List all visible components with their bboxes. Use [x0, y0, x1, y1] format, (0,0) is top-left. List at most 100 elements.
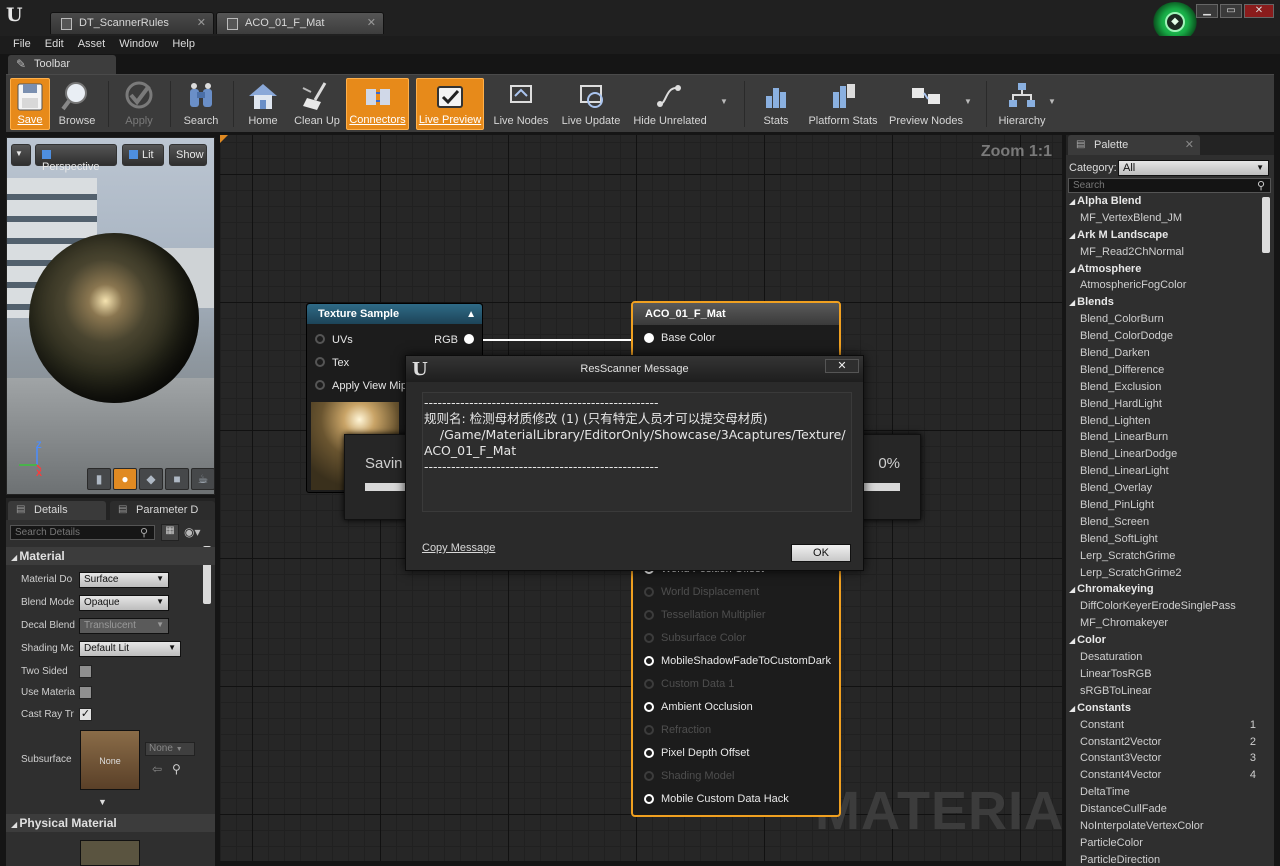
- chevron-down-icon[interactable]: ▼: [964, 97, 972, 106]
- plane-preview-icon[interactable]: ◆: [139, 468, 163, 490]
- cylinder-preview-icon[interactable]: ▮: [87, 468, 111, 490]
- material-preview-viewport[interactable]: ▼ Perspective Lit Show Z X ▮ ● ◆ ■ ☕: [6, 137, 215, 495]
- pin-mobile-shadow-fade[interactable]: MobileShadowFadeToCustomDark: [633, 653, 838, 671]
- save-button[interactable]: Save: [10, 78, 50, 130]
- pin-ambient-occlusion[interactable]: Ambient Occlusion: [633, 699, 838, 717]
- browse-button[interactable]: Browse: [54, 78, 100, 130]
- tab-dt-scannerrules[interactable]: DT_ScannerRules ✕: [50, 12, 214, 34]
- palette-item[interactable]: Blend_Overlay: [1066, 482, 1260, 499]
- palette-category[interactable]: ◢ Constants: [1066, 702, 1260, 719]
- expand-triangle-icon[interactable]: ◢: [1069, 231, 1075, 240]
- pin-pixel-depth-offset[interactable]: Pixel Depth Offset: [633, 745, 838, 763]
- palette-item[interactable]: Blend_Screen: [1066, 516, 1260, 533]
- pin-uvs[interactable]: UVs RGB: [307, 332, 482, 350]
- stats-button[interactable]: Stats: [754, 78, 798, 130]
- platform-stats-button[interactable]: Platform Stats: [804, 78, 882, 130]
- dialog-title-bar[interactable]: U ResScanner Message ✕: [406, 356, 863, 382]
- palette-category[interactable]: ◢ Color: [1066, 634, 1260, 651]
- palette-item[interactable]: AtmosphericFogColor: [1066, 279, 1260, 296]
- close-icon[interactable]: ✕: [1185, 138, 1194, 151]
- palette-item[interactable]: Blend_ColorBurn: [1066, 313, 1260, 330]
- palette-item[interactable]: Blend_LinearDodge: [1066, 448, 1260, 465]
- pin-base-color[interactable]: Base Color: [633, 330, 838, 348]
- sphere-preview-icon[interactable]: ●: [113, 468, 137, 490]
- pin-refraction[interactable]: Refraction: [633, 722, 838, 740]
- preview-nodes-button[interactable]: Preview Nodes: [888, 78, 964, 130]
- menu-edit[interactable]: Edit: [38, 36, 71, 54]
- palette-item[interactable]: Constant2Vector 2: [1066, 736, 1260, 753]
- search-details-input[interactable]: Search Details: [10, 525, 155, 540]
- eye-icon[interactable]: ◉▾: [184, 525, 201, 539]
- maximize-button[interactable]: ▭: [1220, 4, 1242, 18]
- blend-mode-combo[interactable]: Opaque ▼: [79, 595, 169, 611]
- minimize-button[interactable]: ▁: [1196, 4, 1218, 18]
- expand-triangle-icon[interactable]: ◢: [1069, 636, 1075, 645]
- use-selected-arrow-icon[interactable]: ⇦: [152, 762, 162, 776]
- palette-item[interactable]: Constant4Vector 4: [1066, 769, 1260, 786]
- section-physical-material[interactable]: ◢ Physical Material: [6, 814, 215, 832]
- pin-shading-model[interactable]: Shading Model: [633, 768, 838, 786]
- palette-item[interactable]: LinearTosRGB: [1066, 668, 1260, 685]
- ok-button[interactable]: OK: [791, 544, 851, 562]
- palette-category[interactable]: ◢ Chromakeying: [1066, 583, 1260, 600]
- palette-item[interactable]: ParticleDirection: [1066, 854, 1260, 866]
- pin-mobile-custom-data-hack[interactable]: Mobile Custom Data Hack: [633, 791, 838, 809]
- rgb-output-pin[interactable]: [464, 334, 474, 344]
- pin-tessellation-multiplier[interactable]: Tessellation Multiplier: [633, 607, 838, 625]
- cast-ray-traced-shadows-checkbox[interactable]: ✓: [79, 708, 92, 721]
- palette-item[interactable]: sRGBToLinear: [1066, 685, 1260, 702]
- menu-asset[interactable]: Asset: [71, 36, 113, 54]
- browse-magnifier-icon[interactable]: ⚲: [172, 762, 181, 776]
- palette-item[interactable]: Lerp_ScratchGrime2: [1066, 567, 1260, 584]
- expand-advanced-icon[interactable]: ▼: [98, 797, 107, 807]
- live-nodes-button[interactable]: Live Nodes: [492, 78, 550, 130]
- palette-item[interactable]: Constant3Vector 3: [1066, 752, 1260, 769]
- palette-item[interactable]: Blend_LinearBurn: [1066, 431, 1260, 448]
- palette-item[interactable]: Blend_Exclusion: [1066, 381, 1260, 398]
- close-icon[interactable]: ✕: [367, 16, 376, 29]
- perspective-button[interactable]: Perspective: [35, 144, 117, 173]
- copy-message-link[interactable]: Copy Message: [422, 542, 495, 554]
- menu-window[interactable]: Window: [112, 36, 165, 54]
- tab-parameter-defaults[interactable]: ▤ Parameter D: [110, 501, 215, 520]
- palette-item[interactable]: Lerp_ScratchGrime: [1066, 550, 1260, 567]
- palette-item[interactable]: Blend_Lighten: [1066, 415, 1260, 432]
- material-domain-combo[interactable]: Surface ▼: [79, 572, 169, 588]
- home-button[interactable]: Home: [240, 78, 286, 130]
- teapot-preview-icon[interactable]: ☕: [191, 468, 214, 490]
- palette-item[interactable]: NoInterpolateVertexColor: [1066, 820, 1260, 837]
- category-combo[interactable]: All ▼: [1118, 160, 1269, 176]
- menu-file[interactable]: File: [6, 36, 38, 54]
- palette-item[interactable]: Blend_Darken: [1066, 347, 1260, 364]
- pin-world-displacement[interactable]: World Displacement: [633, 584, 838, 602]
- hierarchy-button[interactable]: Hierarchy: [994, 78, 1050, 130]
- collapse-icon[interactable]: ▲: [466, 309, 476, 320]
- palette-item[interactable]: Blend_Difference: [1066, 364, 1260, 381]
- palette-scrollbar[interactable]: [1262, 197, 1270, 253]
- chevron-down-icon[interactable]: ▼: [1048, 97, 1056, 106]
- use-material-attributes-checkbox[interactable]: [79, 686, 92, 699]
- palette-category[interactable]: ◢ Atmosphere: [1066, 263, 1260, 280]
- physical-material-thumbnail[interactable]: [80, 840, 140, 866]
- two-sided-checkbox[interactable]: [79, 665, 92, 678]
- palette-item[interactable]: DistanceCullFade: [1066, 803, 1260, 820]
- apply-button[interactable]: Apply: [116, 78, 162, 130]
- lit-button[interactable]: Lit: [122, 144, 164, 166]
- tab-aco-01-f-mat[interactable]: ACO_01_F_Mat ✕: [216, 12, 384, 34]
- tab-details[interactable]: ▤ Details: [8, 501, 106, 520]
- palette-item[interactable]: MF_Chromakeyer: [1066, 617, 1260, 634]
- palette-search-input[interactable]: Search: [1068, 178, 1271, 193]
- palette-category[interactable]: ◢ Ark M Landscape: [1066, 229, 1260, 246]
- tab-palette[interactable]: ▤ Palette ✕: [1068, 135, 1200, 155]
- expand-triangle-icon[interactable]: ◢: [1069, 298, 1075, 307]
- live-preview-button[interactable]: Live Preview: [416, 78, 484, 130]
- palette-item[interactable]: ParticleColor: [1066, 837, 1260, 854]
- menu-help[interactable]: Help: [165, 36, 202, 54]
- palette-item[interactable]: DiffColorKeyerErodeSinglePass: [1066, 600, 1260, 617]
- hide-unrelated-button[interactable]: Hide Unrelated: [632, 78, 708, 130]
- pin-custom-data-1[interactable]: Custom Data 1: [633, 676, 838, 694]
- palette-item[interactable]: DeltaTime: [1066, 786, 1260, 803]
- cube-preview-icon[interactable]: ■: [165, 468, 189, 490]
- palette-item[interactable]: MF_Read2ChNormal: [1066, 246, 1260, 263]
- search-button[interactable]: Search: [178, 78, 224, 130]
